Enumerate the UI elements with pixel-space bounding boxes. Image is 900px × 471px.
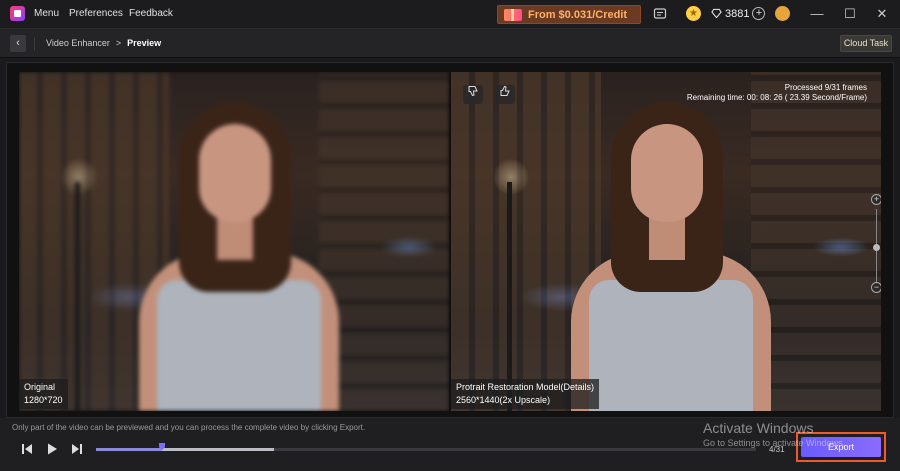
promo-text: From $0.031/Credit — [528, 8, 628, 21]
zoom-in-icon[interactable]: + — [871, 194, 881, 205]
menu-feedback[interactable]: Feedback — [129, 8, 173, 19]
promo-banner[interactable]: From $0.031/Credit — [497, 5, 641, 24]
user-avatar-icon[interactable] — [775, 6, 790, 21]
timeline-progress — [96, 448, 162, 451]
message-icon[interactable] — [653, 7, 667, 21]
timeline-buffered — [162, 448, 275, 451]
original-resolution: 1280*720 — [24, 395, 63, 405]
breadcrumb-bar: ‹ Video Enhancer > Preview Cloud Task — [0, 28, 900, 58]
model-name: Protrait Restoration Model(Details) — [456, 382, 595, 392]
original-video-frame — [19, 72, 449, 411]
back-button[interactable]: ‹ — [10, 35, 26, 52]
enhanced-preview: Processed 9/31 frames Remaining time: 00… — [451, 72, 881, 411]
title-bar: Menu Preferences Feedback From $0.031/Cr… — [0, 0, 900, 28]
activation-watermark-subtitle: Go to Settings to activate Windows. — [703, 438, 846, 448]
enhanced-label: Protrait Restoration Model(Details) 2560… — [451, 379, 600, 409]
breadcrumb-parent[interactable]: Video Enhancer — [46, 38, 110, 48]
original-preview: Original 1280*720 — [19, 72, 449, 411]
credits-count: 3881 — [725, 7, 750, 20]
zoom-out-icon[interactable]: − — [871, 282, 881, 293]
breadcrumb: Video Enhancer > Preview — [46, 38, 161, 48]
minimize-window-icon[interactable]: — — [809, 6, 825, 22]
menu-preferences[interactable]: Preferences — [69, 8, 123, 19]
preview-hint: Only part of the video can be previewed … — [12, 423, 366, 432]
preview-area: Original 1280*720 Processed 9/31 frames — [6, 62, 894, 418]
credits-display: 3881 + — [711, 7, 766, 20]
menu-menu[interactable]: Menu — [34, 8, 59, 19]
processing-status: Processed 9/31 frames Remaining time: 00… — [687, 83, 867, 103]
divider — [34, 37, 35, 51]
previous-frame-icon[interactable] — [20, 442, 34, 456]
chevron-right-icon: > — [115, 38, 122, 48]
original-label: Original 1280*720 — [19, 379, 68, 409]
next-frame-icon[interactable] — [70, 442, 84, 456]
thumbs-up-icon[interactable] — [495, 85, 515, 104]
gift-icon — [504, 8, 522, 21]
original-title: Original — [24, 382, 56, 392]
thumbs-down-icon[interactable] — [463, 85, 483, 104]
timeline-track[interactable] — [96, 443, 756, 451]
remaining-time: Remaining time: 00: 08: 26 ( 23.39 Secon… — [686, 93, 867, 102]
zoom-slider-handle[interactable] — [873, 244, 880, 251]
add-credits-icon[interactable]: + — [752, 7, 766, 20]
close-window-icon[interactable]: ✕ — [874, 6, 890, 22]
enhanced-video-frame — [451, 72, 881, 411]
maximize-window-icon[interactable]: ☐ — [842, 6, 858, 22]
play-icon[interactable] — [45, 442, 59, 456]
activation-watermark-title: Activate Windows — [703, 420, 814, 436]
breadcrumb-current: Preview — [127, 38, 162, 48]
vip-crown-icon[interactable]: ★ — [686, 6, 701, 21]
app-logo-icon — [10, 6, 25, 21]
diamond-icon — [711, 8, 722, 19]
cloud-task-button[interactable]: Cloud Task — [840, 35, 892, 52]
enhanced-resolution: 2560*1440(2x Upscale) — [456, 395, 551, 405]
processed-frames: Processed 9/31 frames — [784, 83, 867, 92]
zoom-control[interactable]: + − — [871, 194, 881, 294]
